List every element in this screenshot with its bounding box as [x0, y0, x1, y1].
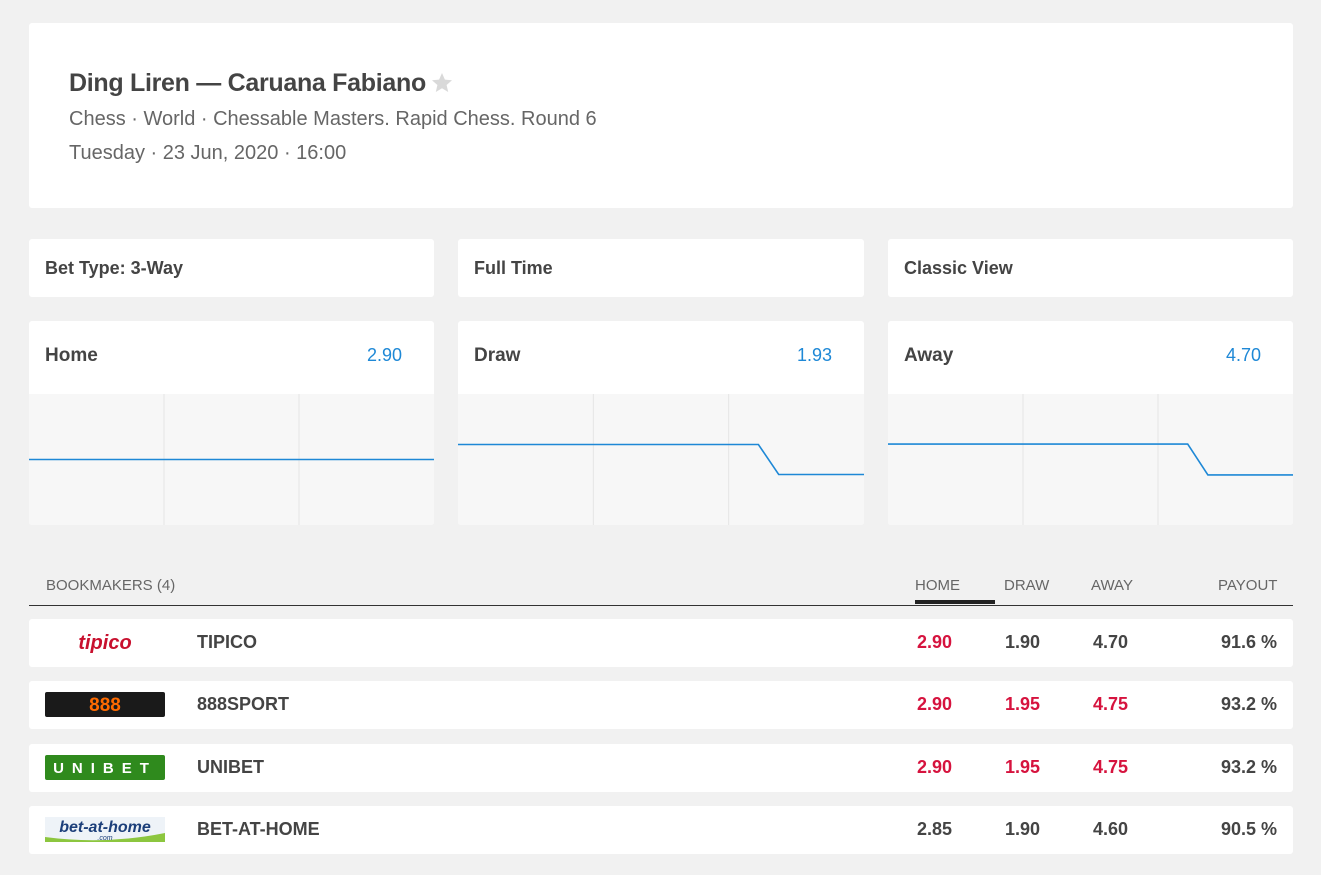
period-filter[interactable]: Full Time: [458, 239, 864, 297]
bookmakers-table-header: BOOKMAKERS (4) HOME DRAW AWAY PAYOUT: [29, 570, 1293, 606]
odds-label-away: Away: [904, 345, 954, 366]
odd-away[interactable]: 4.70: [1093, 632, 1128, 653]
svg-text:.com: .com: [97, 835, 112, 842]
tab-draw[interactable]: DRAW: [1004, 577, 1049, 594]
svg-text:bet-at-home: bet-at-home: [59, 819, 151, 836]
odds-label-draw: Draw: [474, 345, 521, 366]
odds-chart-draw: [458, 394, 864, 525]
bet-at-home-logo: bet-at-home .com: [45, 817, 165, 842]
bookmaker-name[interactable]: TIPICO: [197, 632, 257, 653]
chart-background: [888, 394, 1293, 525]
odd-draw[interactable]: 1.90: [1005, 632, 1040, 653]
bookmaker-row[interactable]: UNIBET UNIBET 2.90 1.95 4.75 93.2 %: [29, 744, 1293, 792]
svg-text:tipico: tipico: [78, 632, 131, 654]
tipico-logo: tipico: [78, 632, 131, 654]
svg-text:UNIBET: UNIBET: [53, 760, 157, 777]
odds-value-draw: 1.93: [796, 345, 832, 365]
bookmaker-name[interactable]: 888SPORT: [197, 694, 289, 715]
odd-draw[interactable]: 1.95: [1005, 694, 1040, 715]
odds-card-home[interactable]: Home 2.90: [29, 321, 434, 525]
odds-label-home: Home: [45, 345, 98, 366]
bookmakers-count-header: BOOKMAKERS (4): [46, 577, 176, 594]
odd-home[interactable]: 2.90: [917, 757, 952, 778]
payout-value: 90.5 %: [1220, 819, 1277, 839]
bookmaker-row[interactable]: bet-at-home .com BET-AT-HOME 2.85 1.90 4…: [29, 806, 1293, 854]
match-title: Ding Liren — Caruana Fabiano: [69, 69, 426, 97]
odd-home[interactable]: 2.90: [917, 632, 952, 653]
odd-draw[interactable]: 1.90: [1005, 819, 1040, 840]
tab-payout[interactable]: PAYOUT: [1218, 577, 1277, 594]
view-label: Classic View: [904, 258, 1013, 278]
match-subtitle: Chess · World · Chessable Masters. Rapid…: [69, 108, 597, 130]
star-icon[interactable]: [430, 71, 454, 95]
odd-home[interactable]: 2.90: [917, 694, 952, 715]
bet-type-label: Bet Type: 3-Way: [45, 258, 184, 278]
odd-away[interactable]: 4.75: [1093, 694, 1128, 715]
odds-card-draw[interactable]: Draw 1.93: [458, 321, 864, 525]
svg-text:888: 888: [89, 695, 121, 716]
tab-away[interactable]: AWAY: [1091, 577, 1133, 594]
odd-away[interactable]: 4.75: [1093, 757, 1128, 778]
odds-chart-away: [888, 394, 1293, 525]
odds-value-away: 4.70: [1225, 345, 1261, 365]
unibet-logo: UNIBET: [45, 755, 165, 780]
payout-value: 93.2 %: [1220, 757, 1277, 777]
odds-value-home: 2.90: [366, 345, 402, 365]
period-label: Full Time: [474, 258, 553, 278]
odd-away[interactable]: 4.60: [1093, 819, 1128, 840]
bet-type-filter[interactable]: Bet Type: 3-Way: [29, 239, 434, 297]
match-datetime: Tuesday · 23 Jun, 2020 · 16:00: [69, 142, 347, 164]
view-filter[interactable]: Classic View: [888, 239, 1293, 297]
888sport-logo: 888: [45, 692, 165, 717]
active-tab-indicator: [915, 600, 995, 604]
odd-draw[interactable]: 1.95: [1005, 757, 1040, 778]
bookmaker-row[interactable]: tipico TIPICO 2.90 1.90 4.70 91.6 %: [29, 619, 1293, 667]
chart-background: [458, 394, 864, 525]
bookmaker-name[interactable]: UNIBET: [197, 757, 264, 778]
odd-home[interactable]: 2.85: [917, 819, 952, 840]
bookmaker-name[interactable]: BET-AT-HOME: [197, 819, 320, 840]
odds-card-away[interactable]: Away 4.70: [888, 321, 1293, 525]
payout-value: 93.2 %: [1220, 694, 1277, 714]
bookmaker-row[interactable]: 888 888SPORT 2.90 1.95 4.75 93.2 %: [29, 681, 1293, 729]
odds-chart-home: [29, 394, 434, 525]
match-header: Ding Liren — Caruana Fabiano Chess · Wor…: [29, 23, 1293, 208]
payout-value: 91.6 %: [1220, 632, 1277, 652]
tab-home[interactable]: HOME: [915, 577, 960, 594]
